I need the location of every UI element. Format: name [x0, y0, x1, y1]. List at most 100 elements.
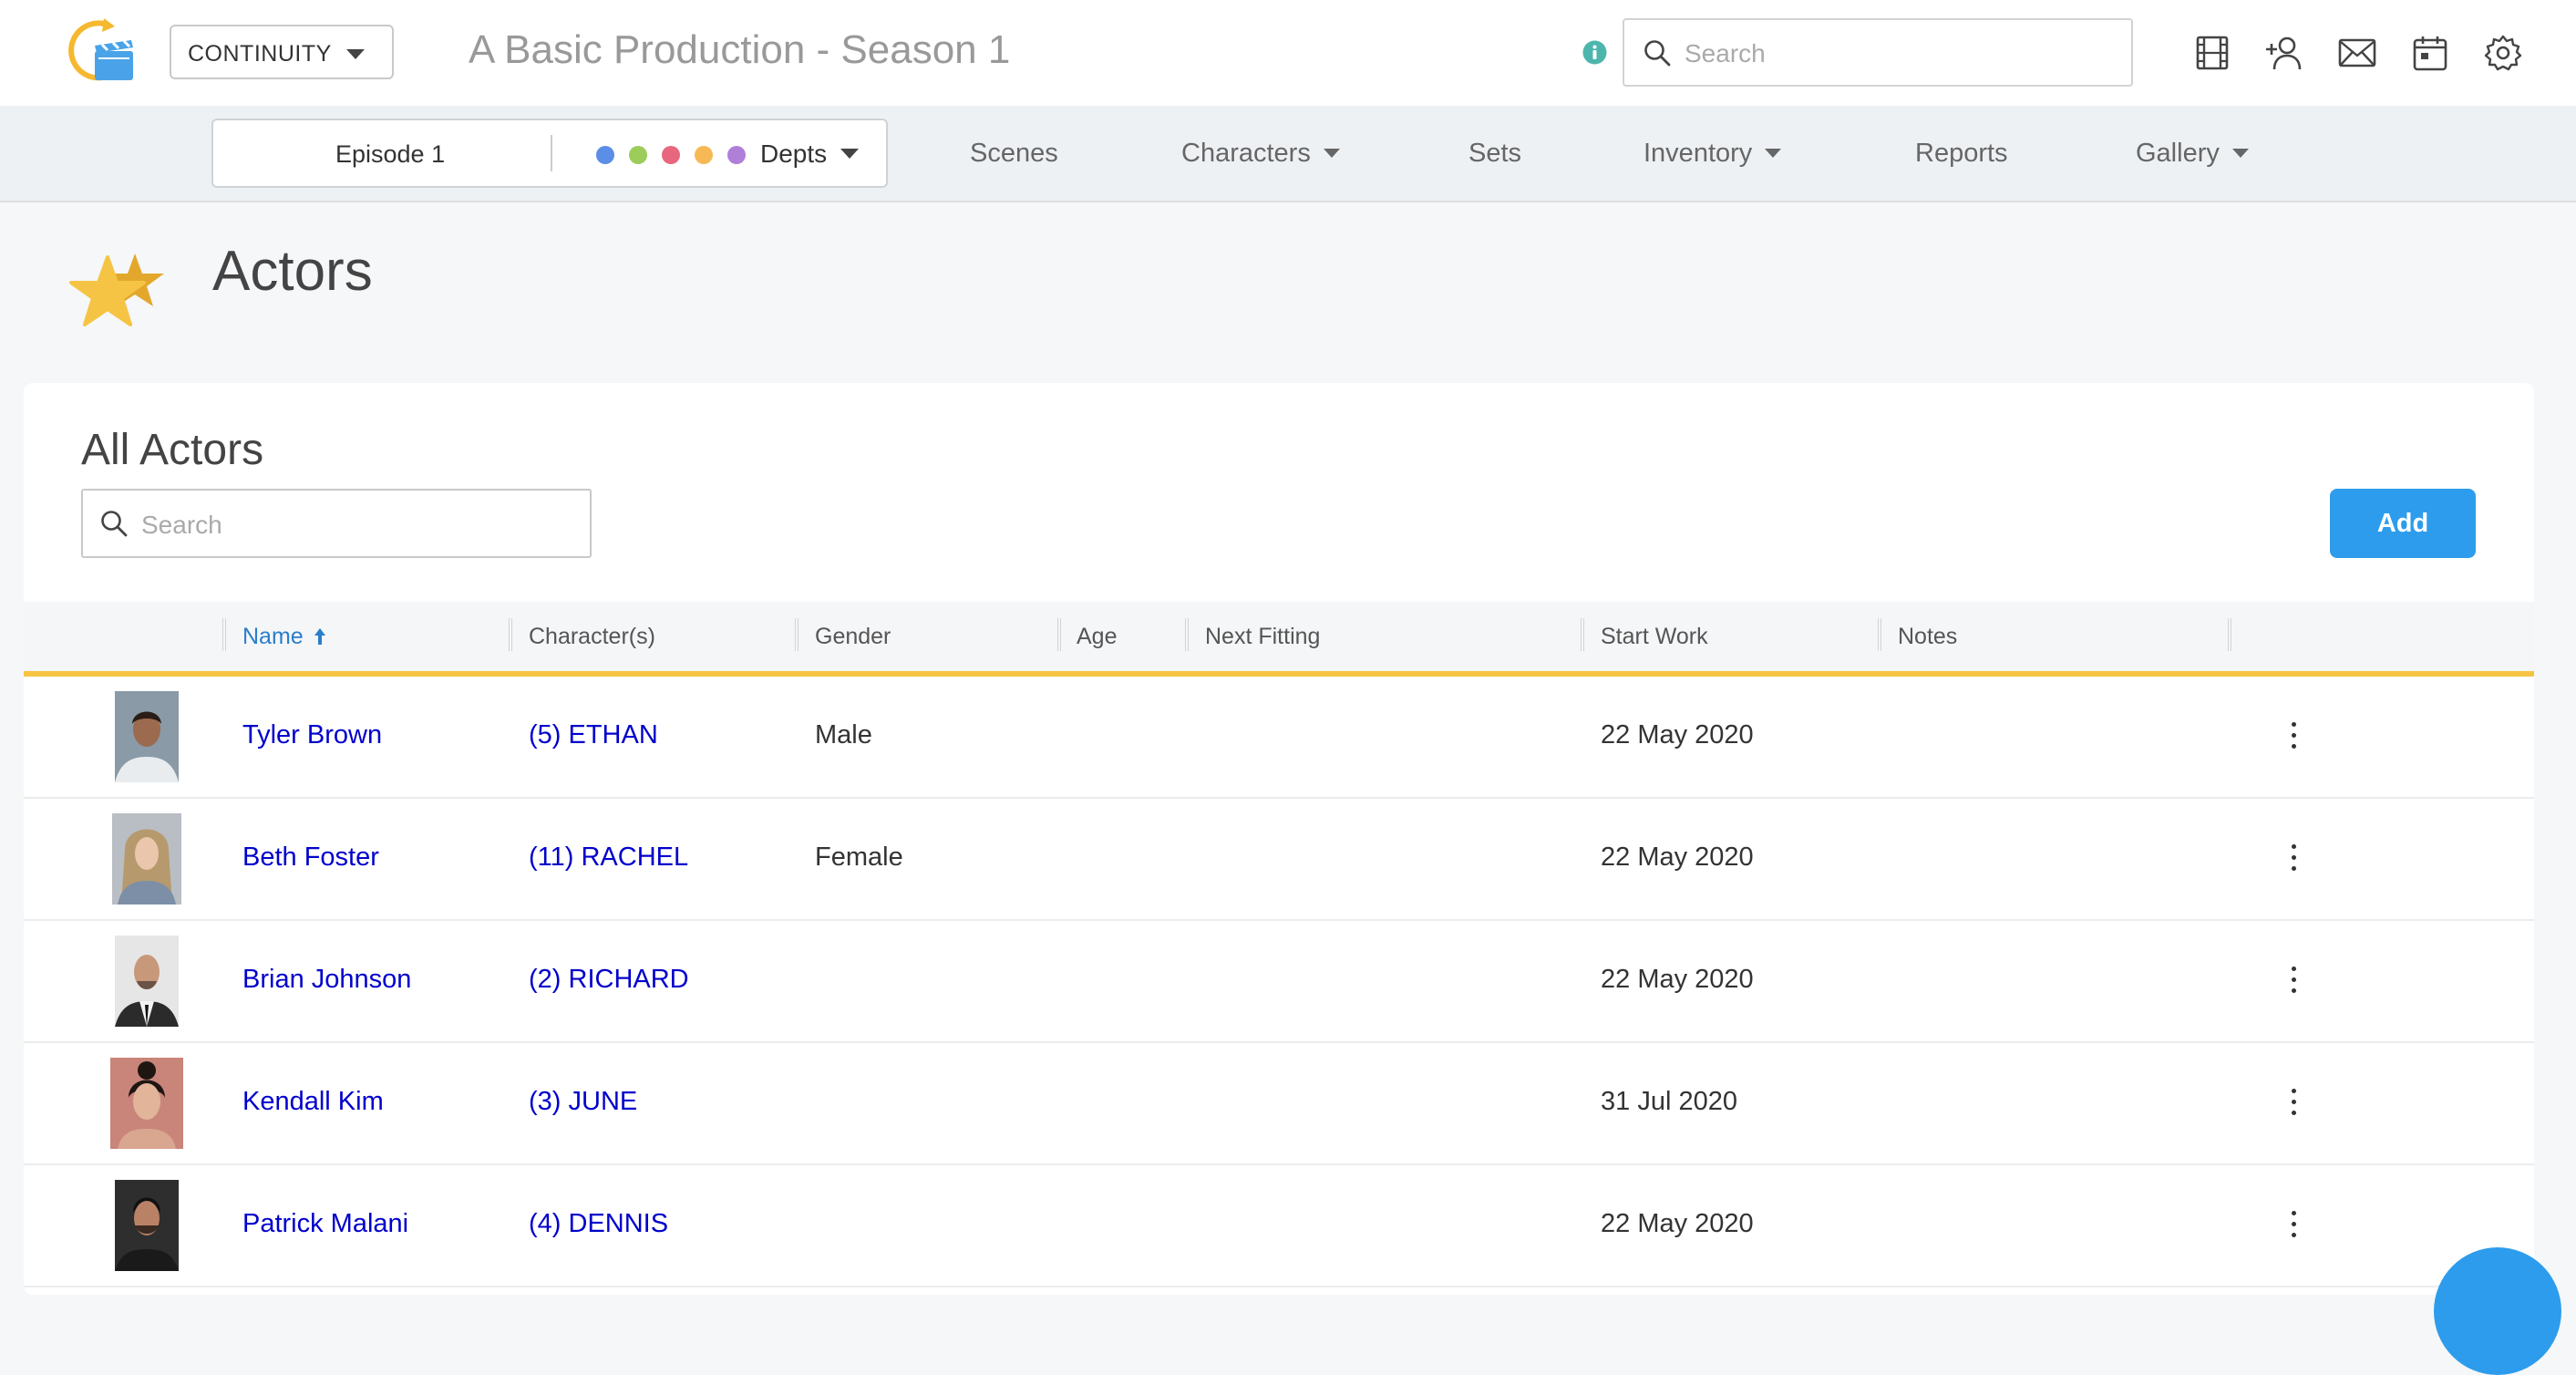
column-separator[interactable]: [795, 618, 799, 651]
chevron-down-icon[interactable]: [840, 149, 859, 159]
dept-color-dot: [727, 146, 746, 164]
star-icon: [64, 248, 173, 339]
row-menu-icon[interactable]: [2288, 1089, 2299, 1122]
episode-label[interactable]: Episode 1: [335, 140, 445, 169]
column-separator[interactable]: [1878, 618, 1881, 651]
column-header-start-work[interactable]: Start Work: [1601, 624, 1708, 650]
nav-inventory[interactable]: Inventory: [1643, 139, 1782, 169]
top-bar: CONTINUITY A Basic Production - Season 1: [0, 0, 2576, 106]
start-work-cell: 22 May 2020: [1601, 1209, 1754, 1238]
actor-name-link[interactable]: Patrick Malani: [242, 1209, 408, 1239]
dept-color-dot: [662, 146, 680, 164]
nav-gallery-label: Gallery: [2136, 139, 2220, 168]
chevron-down-icon: [1765, 149, 1782, 158]
nav-scenes[interactable]: Scenes: [970, 139, 1058, 169]
start-work-cell: 22 May 2020: [1601, 720, 1754, 750]
character-link[interactable]: (11) RACHEL: [529, 843, 688, 873]
nav-bar: Episode 1 Depts Scenes Characters Sets I…: [0, 106, 2576, 202]
column-header-next-fitting[interactable]: Next Fitting: [1205, 624, 1320, 650]
chevron-down-icon: [346, 49, 365, 59]
column-separator[interactable]: [1581, 618, 1584, 651]
table-row[interactable]: Beth Foster (11) RACHEL Female 22 May 20…: [24, 799, 2534, 921]
add-actor-button[interactable]: Add: [2330, 489, 2476, 558]
chevron-down-icon: [1323, 149, 1340, 158]
column-header-notes[interactable]: Notes: [1898, 624, 1957, 650]
module-select[interactable]: CONTINUITY: [170, 25, 394, 79]
character-link[interactable]: (5) ETHAN: [529, 720, 658, 750]
dept-color-dot: [629, 146, 647, 164]
actor-name-link[interactable]: Kendall Kim: [242, 1087, 384, 1117]
dept-color-dot: [596, 146, 614, 164]
calendar-icon[interactable]: [2411, 35, 2449, 71]
search-icon: [101, 511, 128, 537]
production-title: A Basic Production - Season 1: [469, 27, 1011, 72]
table-row[interactable]: Patrick Malani (4) DENNIS 22 May 2020: [24, 1165, 2534, 1287]
actors-card: All Actors Add Name Character(s) Gender …: [24, 383, 2534, 1295]
gender-cell: Female: [815, 843, 903, 872]
column-header-gender[interactable]: Gender: [815, 624, 891, 650]
app-logo-icon[interactable]: [64, 18, 137, 86]
column-header-label: Name: [242, 624, 304, 649]
nav-reports-label: Reports: [1915, 139, 2008, 168]
table-header: Name Character(s) Gender Age Next Fittin…: [24, 602, 2534, 677]
sort-ascending-icon: [314, 628, 325, 645]
page-title: Actors: [212, 240, 373, 303]
row-menu-icon[interactable]: [2288, 1211, 2299, 1244]
chevron-down-icon: [2231, 149, 2249, 158]
column-separator[interactable]: [222, 618, 226, 651]
row-menu-icon[interactable]: [2288, 722, 2299, 755]
character-link[interactable]: (4) DENNIS: [529, 1209, 668, 1239]
nav-reports[interactable]: Reports: [1915, 139, 2008, 169]
actor-photo[interactable]: [115, 1180, 179, 1271]
add-user-icon[interactable]: [2264, 35, 2303, 71]
nav-sets[interactable]: Sets: [1468, 139, 1521, 169]
actor-photo[interactable]: [115, 691, 179, 782]
column-header-age[interactable]: Age: [1077, 624, 1117, 650]
actors-search-input[interactable]: [139, 508, 562, 543]
dept-color-dot: [695, 146, 713, 164]
mail-icon[interactable]: [2338, 35, 2376, 71]
module-select-value: CONTINUITY: [188, 41, 332, 67]
global-search-input[interactable]: [1683, 36, 2106, 71]
actor-name-link[interactable]: Tyler Brown: [242, 720, 382, 750]
help-chat-button[interactable]: [2434, 1247, 2561, 1375]
column-separator[interactable]: [1057, 618, 1061, 651]
nav-inventory-label: Inventory: [1643, 139, 1753, 168]
start-work-cell: 22 May 2020: [1601, 965, 1754, 994]
divider: [551, 135, 552, 171]
nav-characters-label: Characters: [1181, 139, 1311, 168]
settings-icon[interactable]: [2484, 35, 2522, 71]
nav-scenes-label: Scenes: [970, 139, 1058, 168]
start-work-cell: 31 Jul 2020: [1601, 1087, 1737, 1116]
character-link[interactable]: (2) RICHARD: [529, 965, 689, 995]
gender-cell: Male: [815, 720, 872, 750]
row-menu-icon[interactable]: [2288, 844, 2299, 877]
column-separator[interactable]: [1185, 618, 1189, 651]
column-header-name[interactable]: Name: [242, 624, 327, 650]
film-icon[interactable]: [2193, 35, 2231, 71]
episode-selector[interactable]: Episode 1 Depts: [211, 119, 888, 188]
actor-photo[interactable]: [115, 936, 179, 1027]
search-icon: [1644, 40, 1671, 67]
nav-characters[interactable]: Characters: [1181, 139, 1340, 169]
card-title: All Actors: [81, 426, 264, 474]
actor-name-link[interactable]: Beth Foster: [242, 843, 379, 873]
nav-sets-label: Sets: [1468, 139, 1522, 168]
actor-photo[interactable]: [112, 813, 181, 905]
nav-gallery[interactable]: Gallery: [2136, 139, 2249, 169]
table-row[interactable]: Tyler Brown (5) ETHAN Male 22 May 2020: [24, 677, 2534, 799]
character-link[interactable]: (3) JUNE: [529, 1087, 637, 1117]
column-separator[interactable]: [2228, 618, 2231, 651]
table-row[interactable]: Kendall Kim (3) JUNE 31 Jul 2020: [24, 1043, 2534, 1165]
depts-dropdown-label[interactable]: Depts: [760, 140, 827, 169]
column-separator[interactable]: [509, 618, 512, 651]
global-search[interactable]: [1623, 18, 2133, 87]
table-row[interactable]: Brian Johnson (2) RICHARD 22 May 2020: [24, 921, 2534, 1043]
column-header-characters[interactable]: Character(s): [529, 624, 655, 650]
actors-search[interactable]: [81, 489, 592, 558]
actor-name-link[interactable]: Brian Johnson: [242, 965, 411, 995]
start-work-cell: 22 May 2020: [1601, 843, 1754, 872]
info-icon[interactable]: [1582, 40, 1607, 65]
actor-photo[interactable]: [110, 1058, 183, 1149]
row-menu-icon[interactable]: [2288, 967, 2299, 999]
